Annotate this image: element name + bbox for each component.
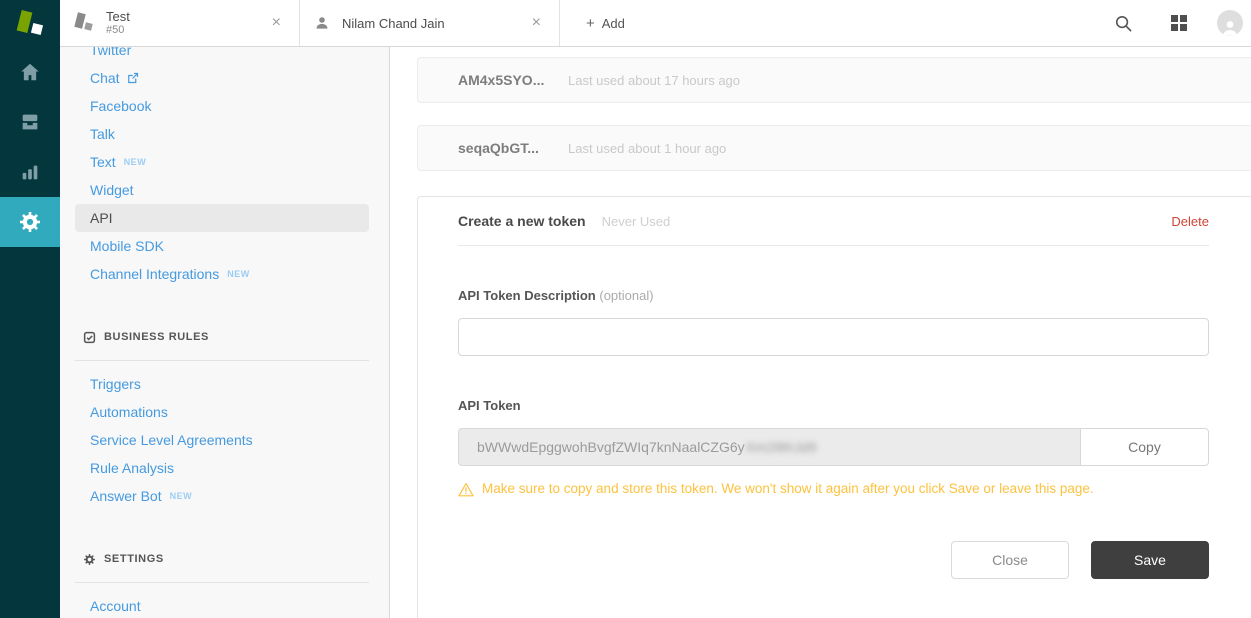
create-token-header: Create a new token Never Used Delete — [458, 213, 1209, 231]
settings-list: Account — [75, 592, 389, 618]
api-token-row[interactable]: seqaQbGT... Last used about 1 hour ago — [417, 125, 1251, 171]
card-actions: Close Save — [458, 541, 1209, 579]
home-icon[interactable] — [0, 47, 60, 97]
ticket-tab-icon — [74, 12, 94, 34]
description-label: API Token Description (optional) — [458, 288, 1209, 304]
close-icon[interactable]: × — [528, 13, 545, 33]
sidebar-item-triggers[interactable]: Triggers — [75, 370, 369, 398]
sidebar-item-widget[interactable]: Widget — [75, 176, 369, 204]
create-token-card: Create a new token Never Used Delete API… — [417, 196, 1251, 618]
search-icon[interactable] — [1109, 9, 1137, 37]
token-name: seqaQbGT... — [458, 140, 568, 156]
plus-icon: + — [586, 15, 595, 32]
sidebar-item-automations[interactable]: Automations — [75, 398, 369, 426]
token-value-group: bWWwdEpggwohBvgfZWIq7knNaalCZG6yXm28thJd… — [458, 428, 1209, 466]
warning-text: Make sure to copy and store this token. … — [482, 480, 1094, 498]
user-avatar[interactable] — [1217, 10, 1243, 36]
top-bar: Test #50 × Nilam Chand Jain × + Add — [60, 0, 1251, 47]
business-rules-list: Triggers Automations Service Level Agree… — [75, 370, 389, 510]
topbar-right-icons — [1109, 0, 1251, 46]
token-value-visible: bWWwdEpggwohBvgfZWIq7knNaalCZG6y — [477, 439, 745, 455]
tab-ticket-test[interactable]: Test #50 × — [60, 0, 300, 46]
sidebar-item-twitter[interactable]: Twitter — [75, 47, 369, 64]
zendesk-logo — [0, 0, 60, 47]
copy-button[interactable]: Copy — [1080, 428, 1209, 466]
gear-icon — [83, 553, 96, 566]
sidebar-item-slas[interactable]: Service Level Agreements — [75, 426, 369, 454]
close-icon[interactable]: × — [268, 13, 285, 33]
card-divider — [458, 245, 1209, 246]
sidebar-item-channel-integrations[interactable]: Channel Integrations NEW — [75, 260, 369, 288]
tab-title: Nilam Chand Jain — [342, 16, 445, 31]
channels-nav-list: Twitter Chat Facebook Talk Text NEW Widg… — [75, 47, 389, 288]
add-tab-label: Add — [602, 16, 625, 31]
sidebar-item-rule-analysis[interactable]: Rule Analysis — [75, 454, 369, 482]
new-badge: NEW — [170, 491, 193, 501]
zendesk-logo-icon — [16, 9, 44, 39]
close-button[interactable]: Close — [951, 541, 1069, 579]
sidebar-divider — [75, 582, 369, 583]
api-token-row[interactable]: AM4x5SYO... Last used about 17 hours ago — [417, 57, 1251, 103]
tab-ticket-number: #50 — [106, 24, 130, 37]
external-link-icon — [127, 72, 139, 84]
api-tokens-main: AM4x5SYO... Last used about 17 hours ago… — [391, 47, 1251, 618]
description-input[interactable] — [458, 318, 1209, 356]
sidebar-item-account[interactable]: Account — [75, 592, 369, 618]
apps-grid-icon[interactable] — [1165, 9, 1193, 37]
settings-sidebar: Twitter Chat Facebook Talk Text NEW Widg… — [60, 47, 390, 618]
sidebar-item-api[interactable]: API — [75, 204, 369, 232]
token-name: AM4x5SYO... — [458, 72, 568, 88]
optional-hint: (optional) — [599, 288, 653, 303]
sidebar-divider — [75, 360, 369, 361]
api-token-label: API Token — [458, 398, 1209, 414]
token-status: Never Used — [602, 214, 671, 229]
add-tab-button[interactable]: + Add — [560, 0, 651, 46]
warning-triangle-icon — [458, 482, 474, 497]
token-value-field[interactable]: bWWwdEpggwohBvgfZWIq7knNaalCZG6yXm28thJd… — [458, 428, 1081, 466]
admin-gear-icon[interactable] — [0, 197, 60, 247]
zendesk-admin-app: Test #50 × Nilam Chand Jain × + Add — [0, 0, 1251, 618]
token-last-used: Last used about 17 hours ago — [568, 73, 740, 88]
sidebar-item-mobile-sdk[interactable]: Mobile SDK — [75, 232, 369, 260]
section-header-settings: SETTINGS — [83, 552, 369, 566]
sidebar-item-answer-bot[interactable]: Answer Bot NEW — [75, 482, 369, 510]
save-button[interactable]: Save — [1091, 541, 1209, 579]
reporting-icon[interactable] — [0, 147, 60, 197]
person-icon — [314, 15, 330, 31]
sidebar-item-chat[interactable]: Chat — [75, 64, 369, 92]
token-last-used: Last used about 1 hour ago — [568, 141, 726, 156]
create-token-title: Create a new token — [458, 213, 586, 229]
checkbox-check-icon — [83, 331, 96, 344]
sidebar-item-text[interactable]: Text NEW — [75, 148, 369, 176]
token-warning: Make sure to copy and store this token. … — [458, 480, 1209, 498]
sidebar-item-talk[interactable]: Talk — [75, 120, 369, 148]
section-header-business-rules: BUSINESS RULES — [83, 330, 369, 344]
new-badge: NEW — [124, 157, 147, 167]
sidebar-item-facebook[interactable]: Facebook — [75, 92, 369, 120]
views-icon[interactable] — [0, 97, 60, 147]
tab-title: Test — [106, 9, 130, 24]
new-badge: NEW — [227, 269, 250, 279]
delete-link[interactable]: Delete — [1171, 214, 1209, 229]
token-value-blurred: Xm28thJd9 — [746, 439, 817, 455]
tab-user-nilam[interactable]: Nilam Chand Jain × — [300, 0, 560, 46]
product-rail — [0, 0, 60, 618]
